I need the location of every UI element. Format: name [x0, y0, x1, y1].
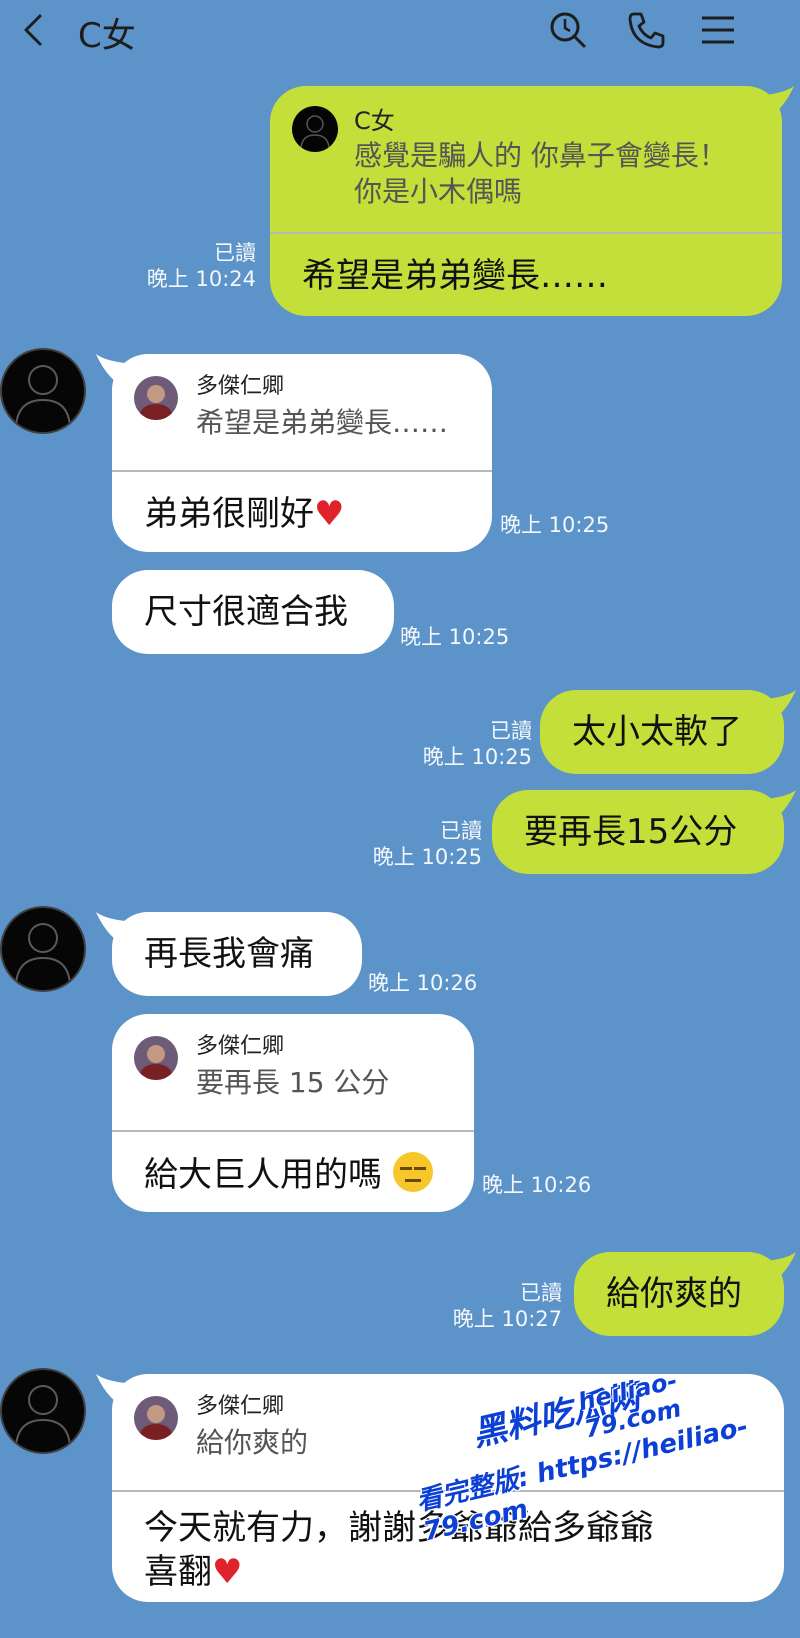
profile-photo-icon: [134, 376, 178, 420]
message-bubble-out[interactable]: 太小太軟了: [540, 690, 796, 774]
message-meta: 已讀 晚上 10:24: [130, 240, 256, 292]
profile-photo-icon: [134, 1396, 178, 1440]
quoted-sender: 多傑仁卿: [196, 1034, 285, 1059]
message-meta: 已讀 晚上 10:25: [420, 718, 532, 770]
bubble-tail: [96, 912, 136, 940]
read-receipt: 已讀: [520, 1281, 562, 1305]
bubble-tail: [756, 790, 796, 818]
person-silhouette-icon: [15, 923, 71, 985]
read-receipt: 已讀: [440, 819, 482, 843]
quoted-text: 要再長 15 公分: [196, 1066, 390, 1099]
timestamp: 晚上 10:25: [500, 513, 610, 537]
contact-avatar[interactable]: [2, 908, 84, 990]
message-text-content: 喜翻: [144, 1552, 212, 1592]
search-icon[interactable]: [546, 8, 590, 52]
quoted-message[interactable]: 多傑仁卿 希望是弟弟變長……: [112, 354, 492, 472]
message-bubble-in[interactable]: 多傑仁卿 要再長 15 公分 給大巨人用的嗎: [112, 1014, 474, 1212]
message-bubble-out[interactable]: C女 感覺是騙人的 你鼻子會變長！ 你是小木偶嗎 希望是弟弟變長……: [270, 86, 794, 316]
person-silhouette-icon: [300, 115, 330, 149]
heart-icon: ♥: [212, 1552, 243, 1592]
message-text: 太小太軟了: [572, 712, 742, 752]
quoted-text: 感覺是騙人的 你鼻子會變長！ 你是小木偶嗎: [354, 138, 727, 210]
phone-icon[interactable]: [624, 8, 668, 52]
message-bubble-in[interactable]: 再長我會痛: [96, 912, 362, 996]
message-text: 要再長15公分: [524, 812, 738, 852]
top-bar: C女: [0, 0, 800, 62]
timestamp: 晚上 10:25: [372, 845, 482, 869]
message-meta: 已讀 晚上 10:27: [450, 1280, 562, 1332]
message-meta: 已讀 晚上 10:25: [370, 818, 482, 870]
expressionless-face-icon: [392, 1152, 433, 1192]
message-text: 尺寸很適合我: [144, 592, 348, 632]
menu-icon[interactable]: [696, 8, 740, 52]
person-silhouette-icon: [15, 1385, 71, 1447]
quoted-text: 給你爽的: [196, 1426, 309, 1459]
message-text-content: 給大巨人用的嗎: [144, 1155, 382, 1195]
timestamp: 晚上 10:26: [482, 1173, 592, 1197]
quoted-text-line: 感覺是騙人的 你鼻子會變長！: [354, 139, 727, 172]
message-text: 弟弟很剛好♥: [112, 472, 492, 536]
quoted-sender: 多傑仁卿: [196, 374, 285, 399]
quoted-sender: 多傑仁卿: [196, 1394, 285, 1419]
quoted-avatar: [134, 1036, 178, 1080]
quoted-avatar: [134, 1396, 178, 1440]
read-receipt: 已讀: [490, 719, 532, 743]
timestamp: 晚上 10:24: [146, 267, 256, 291]
bubble-tail: [756, 690, 796, 718]
read-receipt: 已讀: [214, 241, 256, 265]
bubble-tail: [756, 1252, 796, 1280]
quoted-sender: C女: [354, 107, 395, 135]
quoted-message[interactable]: C女 感覺是騙人的 你鼻子會變長！ 你是小木偶嗎: [270, 86, 782, 234]
message-text: 給大巨人用的嗎: [112, 1132, 474, 1197]
message-bubble-in[interactable]: 尺寸很適合我: [112, 570, 394, 654]
timestamp: 晚上 10:25: [400, 625, 510, 649]
person-silhouette-icon: [15, 365, 71, 427]
message-text: 給你爽的: [606, 1274, 742, 1314]
contact-avatar[interactable]: [2, 1370, 84, 1452]
contact-avatar[interactable]: [2, 350, 84, 432]
quoted-message[interactable]: 多傑仁卿 要再長 15 公分: [112, 1014, 474, 1132]
timestamp: 晚上 10:27: [452, 1307, 562, 1331]
message-text: 希望是弟弟變長……: [302, 256, 608, 296]
quoted-text: 希望是弟弟變長……: [196, 406, 449, 439]
quoted-text-line: 你是小木偶嗎: [354, 175, 523, 208]
message-bubble-out[interactable]: 要再長15公分: [492, 790, 796, 874]
timestamp: 晚上 10:25: [422, 745, 532, 769]
message-bubble-in[interactable]: 多傑仁卿 希望是弟弟變長…… 弟弟很剛好♥: [96, 354, 492, 552]
back-icon[interactable]: [14, 10, 54, 50]
quoted-avatar: [134, 376, 178, 420]
timestamp: 晚上 10:26: [368, 971, 478, 995]
heart-icon: ♥: [314, 494, 345, 534]
profile-photo-icon: [134, 1036, 178, 1080]
message-text: 再長我會痛: [144, 934, 314, 974]
chat-title: C女: [78, 16, 136, 56]
message-text-content: 弟弟很剛好: [144, 494, 314, 534]
quoted-avatar: [292, 106, 338, 152]
message-bubble-out[interactable]: 給你爽的: [574, 1252, 796, 1336]
